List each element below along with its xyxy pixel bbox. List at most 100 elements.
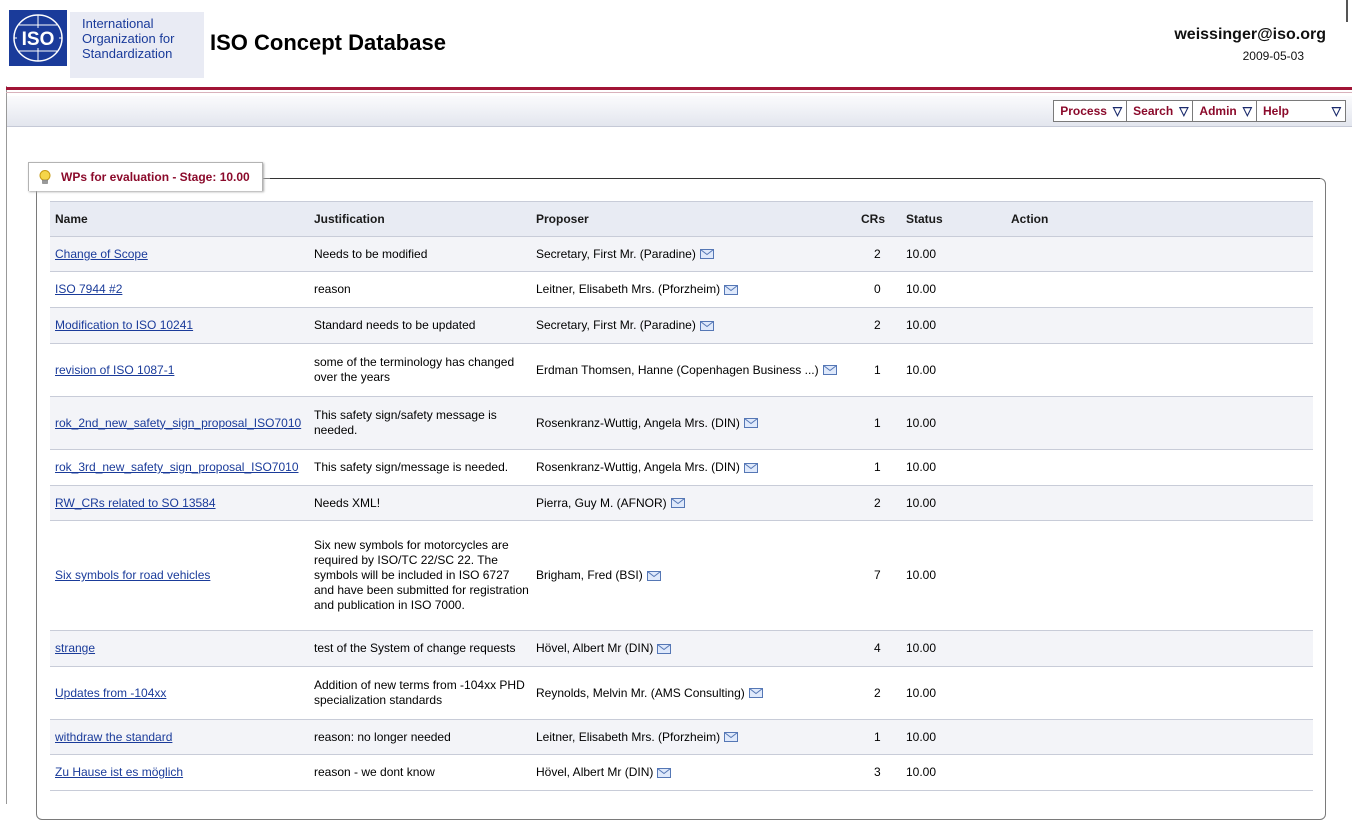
cell-status: 10.00 [901, 630, 1006, 667]
cell-proposer: Rosenkranz-Wuttig, Angela Mrs. (DIN) [531, 449, 856, 486]
status-text: 10.00 [906, 362, 937, 377]
cell-crs: 2 [856, 666, 901, 720]
status-text: 10.00 [906, 729, 937, 744]
wp-name-link[interactable]: rok_3rd_new_safety_sign_proposal_ISO7010 [55, 460, 299, 474]
wp-name-link[interactable]: rok_2nd_new_safety_sign_proposal_ISO7010 [55, 416, 301, 430]
mail-icon[interactable] [724, 284, 739, 295]
cell-name: strange [50, 630, 309, 667]
cell-name: Change of Scope [50, 236, 309, 272]
cell-justification: Six new symbols for motorcycles are requ… [309, 520, 531, 631]
cell-action [1006, 307, 1313, 344]
crs-count: 1 [874, 460, 881, 474]
wp-name-link[interactable]: strange [55, 641, 95, 655]
cell-action [1006, 520, 1313, 631]
divider [270, 178, 1320, 179]
wp-name-link[interactable]: Zu Hause ist es möglich [55, 765, 183, 779]
cell-crs: 0 [856, 271, 901, 308]
organization-name: International Organization for Standardi… [70, 12, 204, 78]
justification-text: reason - we dont know [314, 765, 435, 779]
justification-text: reason: no longer needed [314, 729, 451, 744]
mail-icon[interactable] [748, 688, 763, 699]
column-header-crs[interactable]: CRs [856, 201, 901, 237]
cell-action [1006, 236, 1313, 272]
table-row: withdraw the standard reason: no longer n… [50, 719, 1313, 755]
mail-icon[interactable] [743, 418, 758, 429]
mail-icon[interactable] [724, 732, 739, 743]
cell-action [1006, 630, 1313, 667]
cell-proposer: Erdman Thomsen, Hanne (Copenhagen Busine… [531, 343, 856, 397]
status-text: 10.00 [906, 282, 937, 296]
menu-process[interactable]: Process ▽ [1053, 100, 1128, 122]
menu-admin-label: Admin [1199, 104, 1237, 118]
wp-name-link[interactable]: Modification to ISO 10241 [55, 318, 193, 332]
table-row: rok_3rd_new_safety_sign_proposal_ISO7010… [50, 449, 1313, 486]
status-text: 10.00 [906, 765, 937, 779]
header-rule [6, 87, 1352, 90]
mail-icon[interactable] [699, 249, 714, 260]
cell-action [1006, 343, 1313, 397]
wp-name-link[interactable]: revision of ISO 1087-1 [55, 363, 174, 377]
wp-name-link[interactable]: Change of Scope [55, 247, 148, 261]
user-email[interactable]: weissinger@iso.org [1174, 26, 1326, 44]
table-row: Change of Scope Needs to be modified Secre… [50, 236, 1313, 272]
table-row: Six symbols for road vehicles Six new sym… [50, 520, 1313, 631]
cell-proposer: Reynolds, Melvin Mr. (AMS Consulting) [531, 666, 856, 720]
cell-status: 10.00 [901, 485, 1006, 521]
cell-status: 10.00 [901, 396, 1006, 450]
justification-text: Needs to be modified [314, 246, 428, 261]
divider [6, 86, 7, 804]
wp-name-link[interactable]: ISO 7944 #2 [55, 282, 122, 296]
lightbulb-icon [39, 170, 51, 184]
cell-justification: reason [309, 271, 531, 308]
wp-name-link[interactable]: Updates from -104xx [55, 686, 166, 700]
cell-name: revision of ISO 1087-1 [50, 343, 309, 397]
column-header-justification[interactable]: Justification [309, 201, 531, 237]
mail-icon[interactable] [657, 643, 672, 654]
chevron-down-icon: ▽ [1331, 104, 1341, 118]
mail-icon[interactable] [646, 570, 661, 581]
cell-status: 10.00 [901, 754, 1006, 791]
menu-admin[interactable]: Admin ▽ [1192, 100, 1257, 122]
menu-search[interactable]: Search ▽ [1126, 100, 1194, 122]
cell-action [1006, 271, 1313, 308]
mail-icon[interactable] [822, 365, 837, 376]
header-rule [6, 92, 1352, 93]
crs-count: 2 [874, 318, 881, 332]
cell-status: 10.00 [901, 271, 1006, 308]
mail-icon[interactable] [670, 498, 685, 509]
crs-count: 1 [874, 362, 881, 377]
table-header-row: Name Justification Proposer CRs Status A… [50, 201, 1313, 237]
panel-title-tab: WPs for evaluation - Stage: 10.00 [28, 162, 263, 191]
proposer-text: Pierra, Guy M. (AFNOR) [536, 495, 667, 510]
wp-name-link[interactable]: RW_CRs related to SO 13584 [55, 496, 216, 510]
column-header-name[interactable]: Name [50, 201, 309, 237]
mail-icon[interactable] [743, 462, 758, 473]
column-header-proposer[interactable]: Proposer [531, 201, 856, 237]
proposer-text: Hövel, Albert Mr (DIN) [536, 641, 654, 655]
menu-help[interactable]: Help ▽ [1256, 100, 1346, 122]
chevron-down-icon: ▽ [1112, 104, 1123, 118]
header: ISO International Organization for Stand… [0, 0, 1352, 88]
cell-justification: reason: no longer needed [309, 719, 531, 755]
proposer-text: Rosenkranz-Wuttig, Angela Mrs. (DIN) [536, 415, 740, 430]
cell-justification: test of the System of change requests [309, 630, 531, 667]
cell-status: 10.00 [901, 307, 1006, 344]
justification-text: This safety sign/safety message is neede… [314, 408, 497, 437]
crs-count: 1 [874, 415, 881, 430]
wp-name-link[interactable]: Six symbols for road vehicles [55, 568, 210, 582]
crs-count: 2 [874, 246, 881, 261]
mail-icon[interactable] [657, 767, 672, 778]
cell-crs: 7 [856, 520, 901, 631]
cell-name: RW_CRs related to SO 13584 [50, 485, 309, 521]
cell-proposer: Hövel, Albert Mr (DIN) [531, 754, 856, 791]
wp-name-link[interactable]: withdraw the standard [55, 730, 172, 744]
cell-status: 10.00 [901, 719, 1006, 755]
mail-icon[interactable] [699, 320, 714, 331]
column-header-status[interactable]: Status [901, 201, 1006, 237]
cell-proposer: Pierra, Guy M. (AFNOR) [531, 485, 856, 521]
cell-name: withdraw the standard [50, 719, 309, 755]
wp-table: Name Justification Proposer CRs Status A… [50, 201, 1313, 791]
status-text: 10.00 [906, 641, 937, 655]
cell-name: Six symbols for road vehicles [50, 520, 309, 631]
cell-proposer: Hövel, Albert Mr (DIN) [531, 630, 856, 667]
